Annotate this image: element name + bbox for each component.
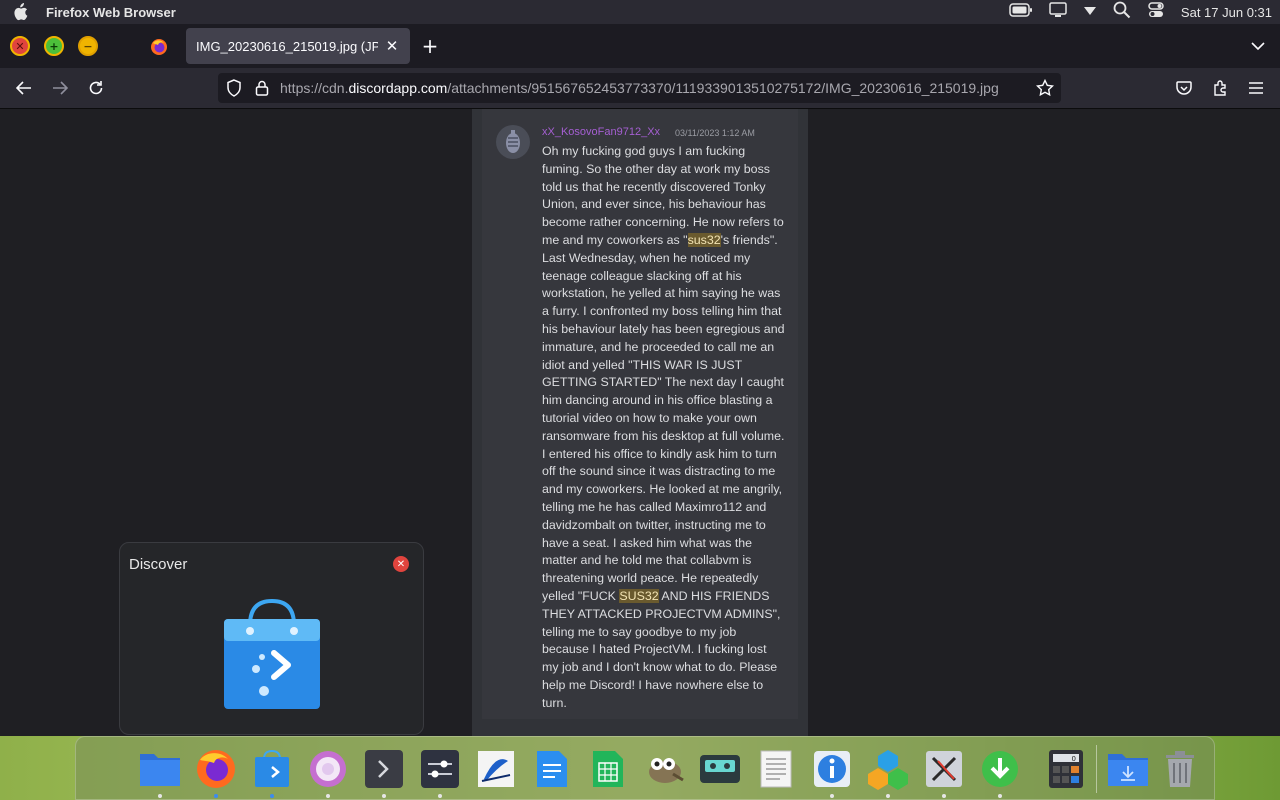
wifi-icon[interactable] <box>1083 5 1097 20</box>
system-menu-bar: Firefox Web Browser Sat 17 Jun 0:31 <box>0 0 1280 24</box>
search-icon[interactable] <box>1113 1 1131 23</box>
extensions-icon[interactable] <box>1208 76 1232 100</box>
message-username: xX_KosovoFan9712_Xx <box>542 126 661 138</box>
inkscape-icon[interactable] <box>474 747 518 791</box>
spreadsheet-icon[interactable] <box>586 747 630 791</box>
back-button[interactable] <box>12 76 36 100</box>
window-close-button[interactable]: ✕ <box>10 36 30 56</box>
dock-separator <box>1096 745 1097 793</box>
navigation-toolbar: https://cdn.discordapp.com/attachments/9… <box>0 68 1280 109</box>
popup-title: Discover <box>129 556 188 573</box>
discover-bag-icon <box>220 598 324 713</box>
control-center-icon[interactable] <box>1147 1 1165 23</box>
shield-icon[interactable] <box>224 78 244 98</box>
package-icon[interactable] <box>866 747 910 791</box>
clock[interactable]: Sat 17 Jun 0:31 <box>1181 5 1272 20</box>
lock-icon[interactable] <box>252 78 272 98</box>
highlight-mention: SUS32 <box>619 588 659 603</box>
url-bar[interactable]: https://cdn.discordapp.com/attachments/9… <box>218 73 1061 103</box>
battery-icon[interactable] <box>1009 3 1033 21</box>
svg-text:0: 0 <box>1072 755 1076 763</box>
reload-button[interactable] <box>84 76 108 100</box>
message-body: Oh my fucking god guys I am fucking fumi… <box>542 144 785 710</box>
active-app-name[interactable]: Firefox Web Browser <box>46 5 176 20</box>
bookmark-star-icon[interactable] <box>1035 78 1055 98</box>
highlight-mention: sus32 <box>687 232 721 247</box>
dock: 0 <box>75 736 1215 800</box>
text-editor-icon[interactable] <box>754 747 798 791</box>
forward-button[interactable] <box>48 76 72 100</box>
terminal-icon[interactable] <box>362 747 406 791</box>
files-icon[interactable] <box>138 747 182 791</box>
tab-strip: ✕ + − IMG_20230616_215019.jpg (JPEG ✕ + <box>0 24 1280 68</box>
apple-menu-icon[interactable] <box>10 2 30 22</box>
message-timestamp: 03/11/2023 1:12 AM <box>675 128 755 138</box>
info-icon[interactable] <box>810 747 854 791</box>
download-icon[interactable] <box>978 747 1022 791</box>
window-maximize-button[interactable]: + <box>44 36 64 56</box>
cassette-icon[interactable] <box>698 747 742 791</box>
new-tab-button[interactable]: + <box>418 34 442 58</box>
display-icon[interactable] <box>1049 2 1067 22</box>
tab-close-icon[interactable]: ✕ <box>382 36 402 56</box>
tab-image[interactable]: IMG_20230616_215019.jpg (JPEG ✕ <box>186 28 410 64</box>
firefox-icon[interactable] <box>194 747 238 791</box>
settings-icon[interactable] <box>418 747 462 791</box>
tab-title: IMG_20230616_215019.jpg (JPEG <box>196 38 378 54</box>
gimp-icon[interactable] <box>642 747 686 791</box>
firefox-view-icon[interactable] <box>150 38 168 56</box>
discover-icon[interactable] <box>250 747 294 791</box>
chevron-down-icon[interactable] <box>1248 36 1268 56</box>
url-text[interactable]: https://cdn.discordapp.com/attachments/9… <box>280 80 1028 96</box>
discover-popup[interactable]: Discover ✕ <box>119 542 424 735</box>
avatar <box>496 125 530 159</box>
x-app-icon[interactable] <box>922 747 966 791</box>
menu-icon[interactable] <box>1244 76 1268 100</box>
camera-app-icon[interactable] <box>306 747 350 791</box>
trash-icon[interactable] <box>1158 747 1202 791</box>
pocket-icon[interactable] <box>1172 76 1196 100</box>
document-icon[interactable] <box>530 747 574 791</box>
calculator-icon[interactable]: 0 <box>1044 747 1088 791</box>
window-minimize-button[interactable]: − <box>78 36 98 56</box>
close-icon[interactable]: ✕ <box>393 556 409 572</box>
image-viewer[interactable]: xX_KosovoFan9712_Xx 03/11/2023 1:12 AM O… <box>472 109 808 736</box>
downloads-folder-icon[interactable] <box>1106 747 1150 791</box>
